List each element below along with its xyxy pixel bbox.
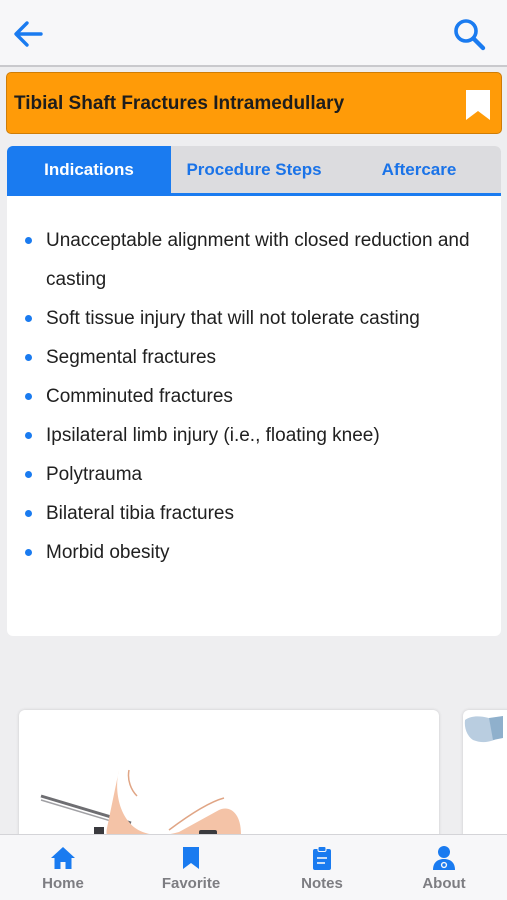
nav-home[interactable]: Home [0, 835, 126, 900]
list-item: Unacceptable alignment with closed reduc… [7, 221, 501, 299]
bullet-icon [25, 315, 32, 322]
procedure-illustration-next[interactable] [463, 710, 507, 850]
gloved-hand-illustration [464, 716, 503, 743]
tab-bar: Indications Procedure Steps Aftercare [7, 146, 501, 196]
bullet-icon [25, 237, 32, 244]
tab-aftercare[interactable]: Aftercare [337, 146, 501, 193]
bookmark-icon[interactable] [465, 89, 491, 121]
list-item: Segmental fractures [7, 338, 501, 377]
clipboard-icon [313, 846, 331, 870]
tab-procedure-steps[interactable]: Procedure Steps [171, 146, 337, 193]
list-item: Morbid obesity [7, 533, 501, 572]
page-title: Tibial Shaft Fractures Intramedullary [14, 93, 345, 114]
list-item: Soft tissue injury that will not tolerat… [7, 299, 501, 338]
doctor-icon [433, 846, 455, 870]
leg-illustration [40, 769, 242, 850]
search-icon[interactable] [452, 17, 486, 51]
bullet-icon [25, 549, 32, 556]
bullet-icon [25, 354, 32, 361]
content-card: Indications Procedure Steps Aftercare Un… [7, 146, 501, 636]
procedure-illustration[interactable] [19, 710, 439, 850]
procedure-title-bar: Tibial Shaft Fractures Intramedullary [6, 72, 502, 134]
home-icon [51, 847, 75, 869]
bullet-icon [25, 471, 32, 478]
list-item: Ipsilateral limb injury (i.e., floating … [7, 416, 501, 455]
bottom-navigation: Home Favorite Notes About [0, 834, 507, 900]
bullet-icon [25, 393, 32, 400]
indications-list: Unacceptable alignment with closed reduc… [7, 221, 501, 572]
tab-indications[interactable]: Indications [7, 146, 171, 193]
nav-about[interactable]: About [381, 835, 507, 900]
arrow-left-icon[interactable] [12, 20, 44, 48]
list-item: Bilateral tibia fractures [7, 494, 501, 533]
nav-notes[interactable]: Notes [259, 835, 385, 900]
list-item: Comminuted fractures [7, 377, 501, 416]
top-app-bar [0, 0, 507, 67]
bullet-icon [25, 432, 32, 439]
bookmark-icon [183, 847, 199, 869]
bullet-icon [25, 510, 32, 517]
nav-favorite[interactable]: Favorite [128, 835, 254, 900]
list-item: Polytrauma [7, 455, 501, 494]
